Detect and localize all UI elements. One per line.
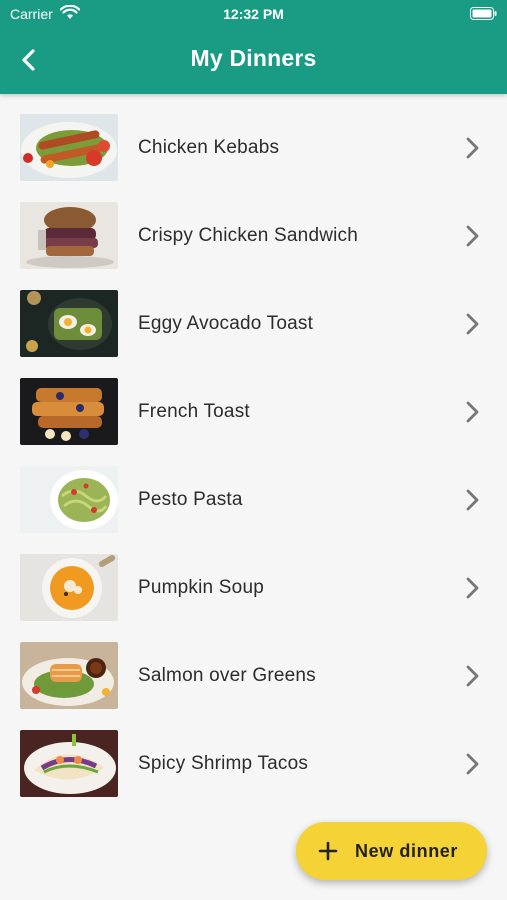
dinner-row[interactable]: Pumpkin Soup <box>0 534 507 622</box>
chevron-right-icon <box>466 225 479 247</box>
dinner-row[interactable]: Spicy Shrimp Tacos <box>0 710 507 798</box>
dinner-name: Spicy Shrimp Tacos <box>138 753 309 774</box>
page-title: My Dinners <box>190 45 317 71</box>
clock: 12:32 PM <box>223 6 284 22</box>
dinner-name: French Toast <box>138 401 250 422</box>
chevron-right-icon <box>466 577 479 599</box>
chevron-right-icon <box>466 313 479 335</box>
dinner-thumbnail <box>20 554 118 621</box>
dinner-thumbnail <box>20 114 118 181</box>
screen: Carrier 12:32 PM My Dinners Chicken Keba… <box>0 0 507 900</box>
dinner-list: Chicken Kebabs Crispy Chicken Sandwich E… <box>0 94 507 798</box>
header: Carrier 12:32 PM My Dinners <box>0 0 507 94</box>
dinner-thumbnail <box>20 202 118 269</box>
dinner-thumbnail <box>20 466 118 533</box>
app-bar: My Dinners <box>0 28 507 94</box>
dinner-name: Chicken Kebabs <box>138 137 280 158</box>
dinner-thumbnail <box>20 730 118 797</box>
dinner-name: Pesto Pasta <box>138 489 243 510</box>
dinner-thumbnail <box>20 290 118 357</box>
dinner-thumbnail <box>20 378 118 445</box>
chevron-right-icon <box>466 489 479 511</box>
battery-icon <box>470 7 497 20</box>
dinner-name: Eggy Avocado Toast <box>138 313 314 334</box>
chevron-right-icon <box>466 401 479 423</box>
dinner-row[interactable]: Pesto Pasta <box>0 446 507 534</box>
status-bar: Carrier 12:32 PM <box>0 0 507 28</box>
dinner-name: Salmon over Greens <box>138 665 316 686</box>
dinner-row[interactable]: Chicken Kebabs <box>0 94 507 182</box>
chevron-right-icon <box>466 137 479 159</box>
new-dinner-button[interactable]: New dinner <box>296 822 487 880</box>
dinner-name: Crispy Chicken Sandwich <box>138 225 359 246</box>
dinner-row[interactable]: Salmon over Greens <box>0 622 507 710</box>
dinner-name: Pumpkin Soup <box>138 577 264 598</box>
dinner-thumbnail <box>20 642 118 709</box>
chevron-right-icon <box>466 665 479 687</box>
dinner-row[interactable]: Eggy Avocado Toast <box>0 270 507 358</box>
new-dinner-label: New dinner <box>355 841 459 861</box>
dinner-row[interactable]: Crispy Chicken Sandwich <box>0 182 507 270</box>
dinner-row[interactable]: French Toast <box>0 358 507 446</box>
plus-icon <box>318 841 338 861</box>
chevron-right-icon <box>466 753 479 775</box>
